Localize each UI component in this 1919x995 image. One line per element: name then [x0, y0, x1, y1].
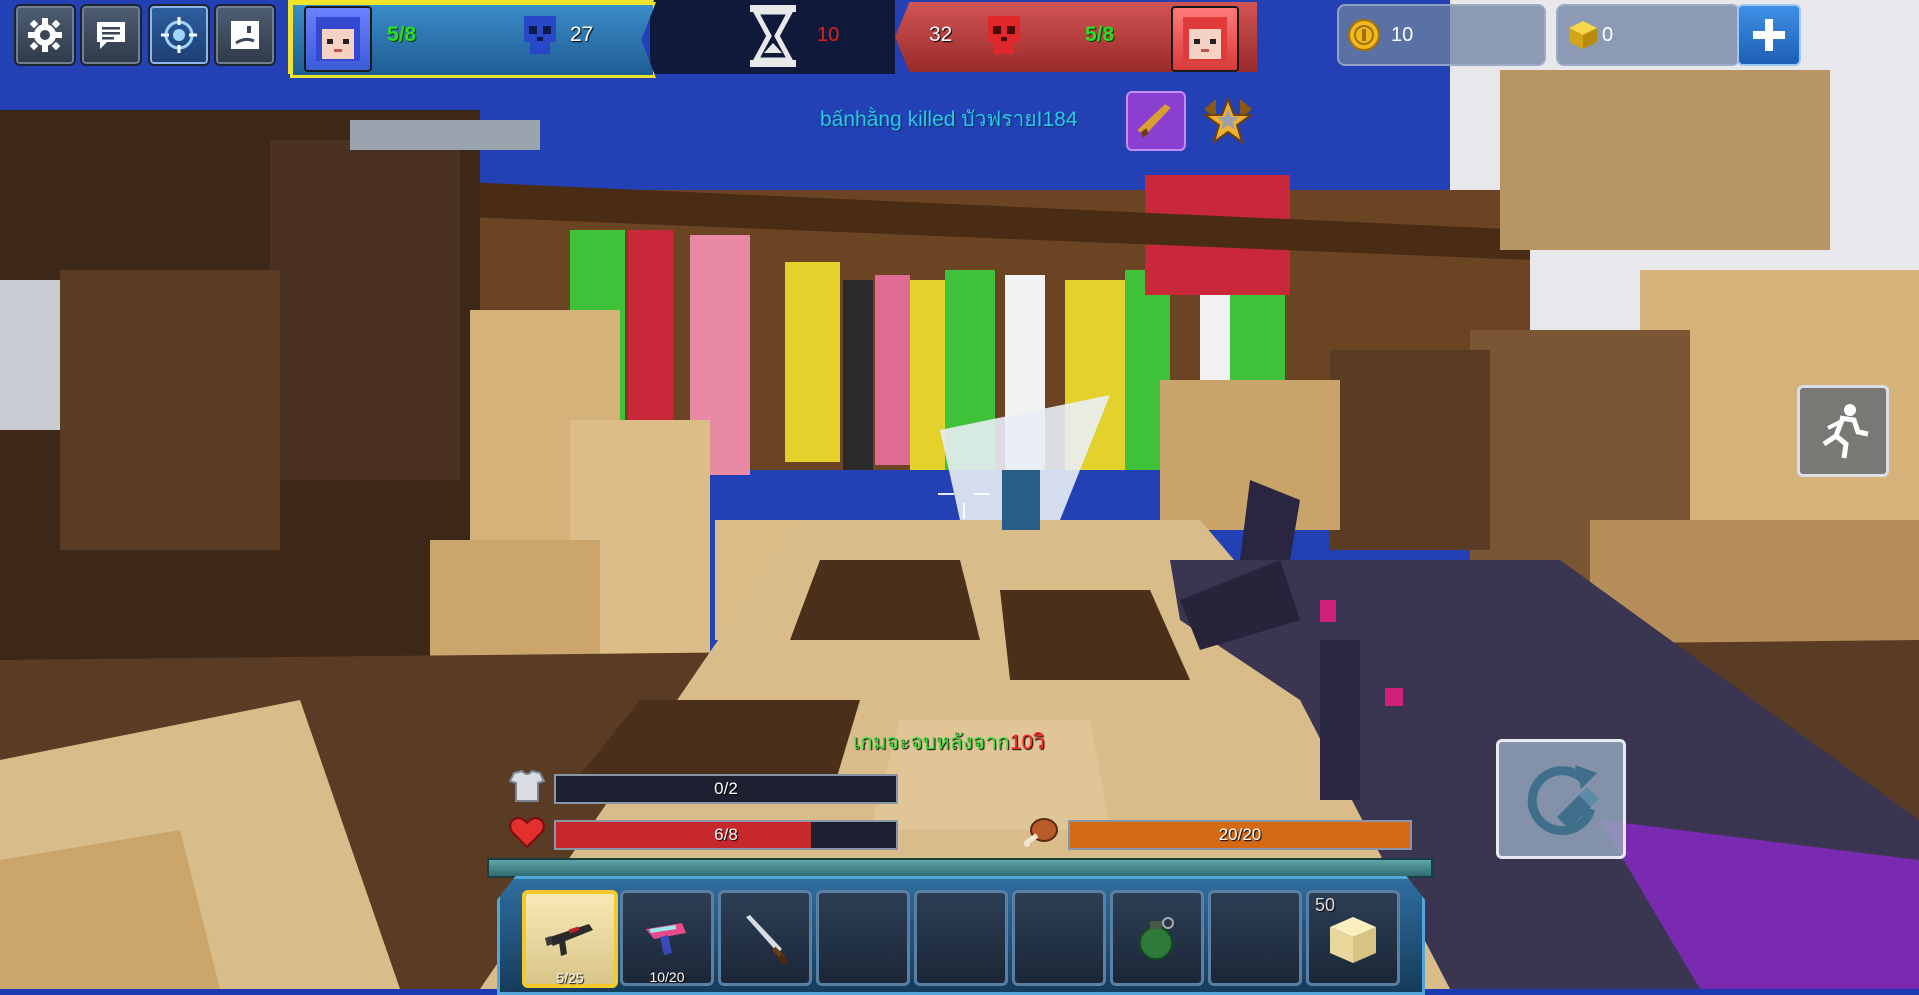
- emote-button[interactable]: [214, 4, 276, 66]
- hotbar-slot-3[interactable]: [718, 890, 812, 986]
- kill-feed-message: bấnhằng killed บัวฟรายI184: [820, 108, 1078, 131]
- hunger-value: 20/20: [1218, 825, 1262, 844]
- kill-weapon-icon: [1126, 91, 1186, 151]
- armor-icon: [508, 769, 546, 802]
- blue-team-kills: 27: [570, 23, 594, 46]
- hourglass-icon: [750, 5, 796, 67]
- reload-icon: [1527, 765, 1599, 836]
- blaster-pistol-icon: [646, 923, 686, 955]
- countdown-number: 10วิ: [1009, 731, 1045, 754]
- red-team-alive: 5/8: [1085, 23, 1115, 46]
- xp-bar: [487, 858, 1433, 878]
- slot-ammo: 5/25: [556, 970, 584, 986]
- reload-button[interactable]: [1496, 739, 1626, 859]
- coin-counter: 10: [1337, 4, 1546, 66]
- red-team-kills: 32: [929, 23, 953, 46]
- hotbar-slot-2[interactable]: 10/20: [620, 890, 714, 986]
- hotbar-slot-5[interactable]: [914, 890, 1008, 986]
- match-timer: 10: [817, 24, 840, 46]
- player-face-icon: [316, 17, 360, 61]
- meat-icon: [1024, 818, 1058, 847]
- heart-icon: [509, 817, 545, 849]
- blue-team-alive: 5/8: [387, 23, 417, 46]
- settings-button[interactable]: [14, 4, 76, 66]
- target-icon: [161, 17, 197, 53]
- emote-icon: [231, 21, 259, 49]
- gear-icon: [28, 18, 62, 52]
- grenade-icon: [1139, 917, 1174, 960]
- player-face-icon: [1183, 17, 1227, 61]
- gem-counter: 0: [1556, 4, 1740, 66]
- blue-skull-icon: [524, 16, 556, 54]
- hotbar-slot-9[interactable]: 50: [1306, 890, 1400, 986]
- game-viewport[interactable]: [0, 0, 1919, 989]
- add-currency-button[interactable]: [1737, 4, 1801, 66]
- sand-block-icon: [1330, 917, 1376, 963]
- chat-icon: [97, 22, 125, 49]
- blue-team-avatar: [304, 6, 372, 72]
- coin-icon: [1348, 19, 1380, 51]
- star-badge-icon: [1201, 96, 1255, 145]
- health-bar: 6/8: [554, 820, 898, 850]
- health-value: 6/8: [714, 825, 738, 844]
- countdown-text: เกมจะจบหลังจาก: [853, 731, 1010, 754]
- chat-button[interactable]: [80, 4, 142, 66]
- red-team-avatar: [1171, 6, 1239, 72]
- hotbar-slot-4[interactable]: [816, 890, 910, 986]
- target-button[interactable]: [148, 4, 210, 66]
- slot-ammo: 10/20: [649, 969, 685, 985]
- hunger-bar: 20/20: [1068, 820, 1412, 850]
- sword-icon: [746, 915, 789, 966]
- block-count: 50: [1315, 895, 1336, 915]
- hotbar-slot-6[interactable]: [1012, 890, 1106, 986]
- game-end-countdown: เกมจะจบหลังจาก10วิ: [853, 726, 1045, 759]
- crosshair: [963, 503, 965, 519]
- plus-icon: [1753, 19, 1785, 51]
- hotbar-slot-8[interactable]: [1208, 890, 1302, 986]
- gold-cube-icon: [1569, 21, 1597, 49]
- crosshair: [938, 493, 954, 495]
- armor-value: 0/2: [714, 779, 738, 798]
- hotbar-slot-7[interactable]: [1110, 890, 1204, 986]
- sprint-button[interactable]: [1797, 385, 1889, 477]
- crosshair: [974, 493, 990, 495]
- red-skull-icon: [988, 16, 1020, 54]
- hotbar-slot-1[interactable]: 5/25: [522, 890, 618, 988]
- armor-bar: 0/2: [554, 774, 898, 804]
- coin-count: 10: [1391, 24, 1414, 46]
- sprint-icon: [1822, 404, 1869, 459]
- rifle-icon: [1137, 104, 1171, 138]
- gem-count: 0: [1602, 24, 1614, 46]
- assault-rifle-icon: [545, 924, 593, 956]
